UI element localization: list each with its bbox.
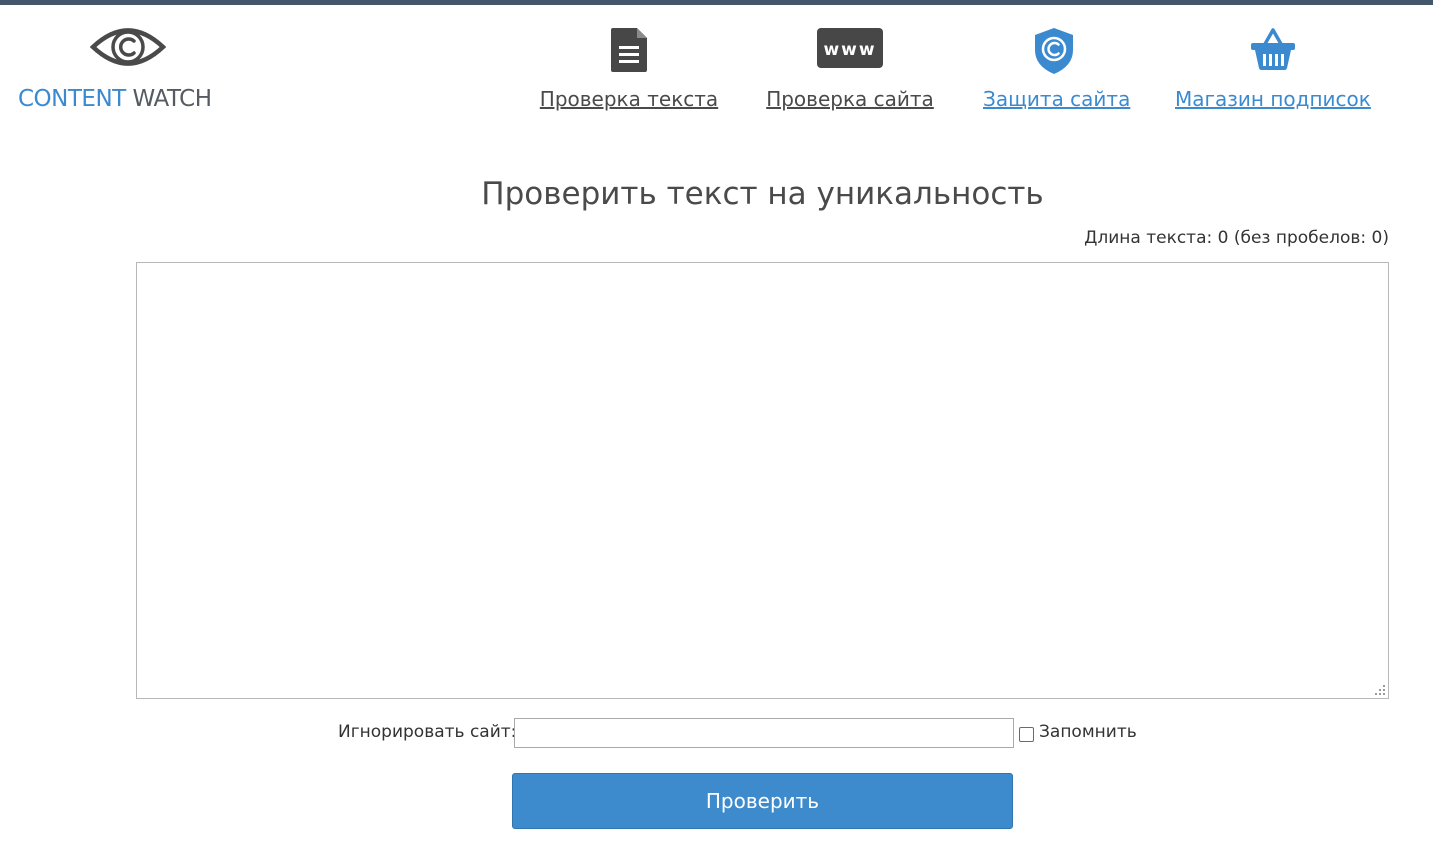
resize-grip-icon[interactable] [1373,683,1387,697]
remember-label[interactable]: Запомнить [1039,722,1137,742]
nav-label: Магазин подписок [1175,87,1371,111]
nav-site-protection[interactable]: Защита сайта [983,26,1131,121]
logo-text: CONTENT WATCH [18,86,212,112]
text-input-area[interactable] [136,262,1389,699]
nav-label: Проверка текста [539,87,719,111]
check-button[interactable]: Проверить [512,773,1013,829]
shield-copyright-icon [1035,28,1073,74]
ignore-site-input[interactable] [514,718,1014,748]
logo-word-watch: WATCH [132,86,213,112]
nav-check-text[interactable]: Проверка текста [538,26,720,121]
header-strip [0,0,1433,5]
ignore-site-row: Игнорировать сайт: Запомнить [0,718,1433,748]
ignore-site-label: Игнорировать сайт: [338,722,517,742]
basket-icon [1250,28,1295,70]
eye-copyright-icon [90,28,166,66]
nav-check-site[interactable]: www Проверка сайта [765,26,935,121]
nav-label: Проверка сайта [766,87,934,111]
page-title: Проверить текст на уникальность [481,176,1044,212]
svg-text:www: www [823,40,876,60]
nav-subscription-store[interactable]: Магазин подписок [1175,26,1371,121]
site-logo[interactable]: CONTENT WATCH [18,22,248,117]
remember-checkbox[interactable] [1019,727,1034,742]
www-icon: www [817,28,883,68]
text-length-counter: Длина текста: 0 (без пробелов: 0) [1084,228,1389,248]
document-icon [611,28,647,72]
logo-word-content: CONTENT [18,86,126,112]
nav-label: Защита сайта [983,87,1131,111]
